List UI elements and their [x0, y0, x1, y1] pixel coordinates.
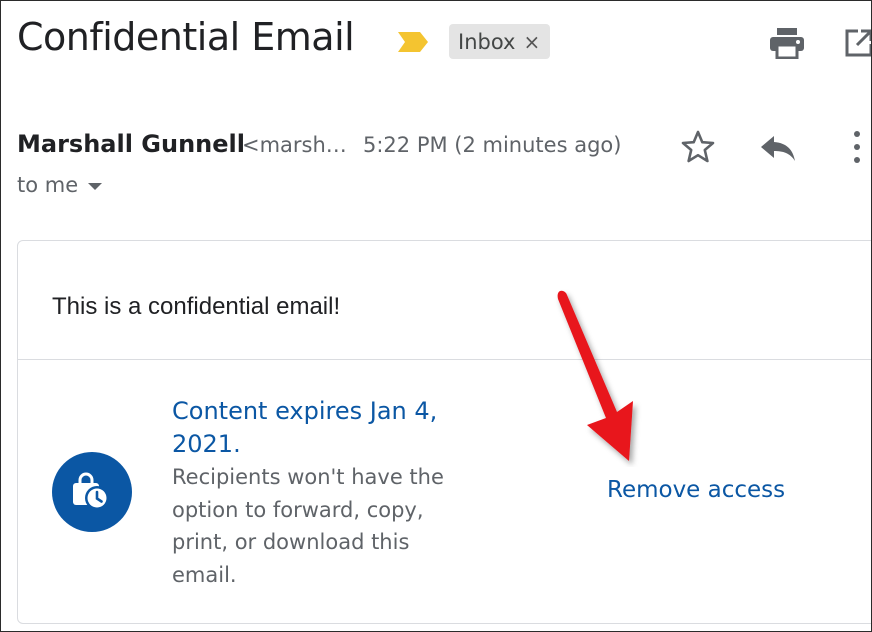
open-in-new-window-icon[interactable]: [844, 28, 872, 58]
recipient-text: to me: [17, 173, 79, 197]
annotation-arrow-icon: [557, 290, 633, 461]
email-subject: Confidential Email: [17, 15, 355, 59]
email-view: Confidential Email Inbox × Marshall Gunn…: [0, 0, 872, 632]
important-marker-icon[interactable]: [396, 30, 430, 54]
remove-label-icon[interactable]: ×: [523, 30, 540, 54]
label-chip-inbox: Inbox ×: [449, 24, 551, 59]
star-icon[interactable]: [680, 129, 716, 165]
expiry-title: Content expires Jan 4, 2021.: [172, 397, 438, 458]
recipient-details-toggle[interactable]: to me: [17, 173, 103, 197]
label-chip-text: Inbox: [458, 29, 516, 54]
more-vert-icon[interactable]: [849, 129, 865, 165]
sender-email: <marsh…: [242, 133, 347, 157]
print-icon[interactable]: [769, 27, 805, 59]
confidential-mode-lock-clock-icon: [52, 452, 132, 532]
message-timestamp: 5:22 PM (2 minutes ago): [363, 133, 622, 157]
divider: [18, 359, 871, 360]
chevron-down-icon: [88, 182, 103, 190]
message-card: This is a confidential email! Content ex…: [17, 240, 871, 624]
message-body: This is a confidential email!: [52, 293, 341, 320]
confidential-description: Recipients won't have the option to forw…: [172, 465, 444, 587]
reply-icon[interactable]: [759, 134, 797, 162]
sender-name[interactable]: Marshall Gunnell: [17, 130, 245, 158]
remove-access-link[interactable]: Remove access: [607, 477, 785, 503]
